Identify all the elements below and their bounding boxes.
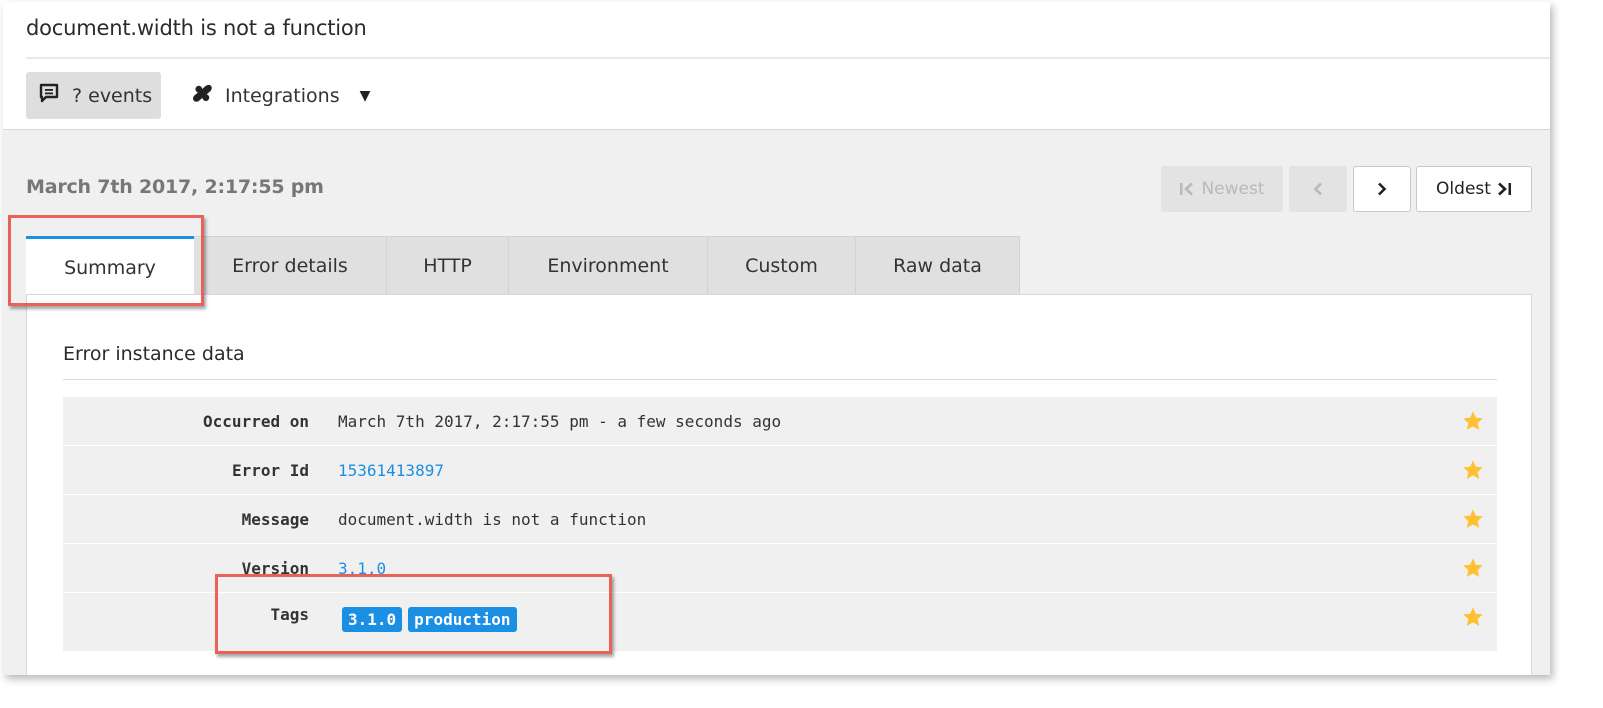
star-icon[interactable] [1462,508,1484,530]
tag-list: 3.1.0 production [342,607,523,632]
newest-label: Newest [1201,179,1265,199]
star-icon[interactable] [1462,606,1484,628]
tab-environment[interactable]: Environment [509,236,708,295]
app-window: document.width is not a function ? event… [3,2,1550,675]
row-label: Occurred on [203,411,309,431]
row-version: Version 3.1.0 [63,544,1497,592]
row-value: document.width is not a function [338,509,647,529]
tag-badge[interactable]: production [408,607,517,632]
title-divider [26,57,1550,59]
row-occurred-on: Occurred on March 7th 2017, 2:17:55 pm -… [63,397,1497,445]
row-value: March 7th 2017, 2:17:55 pm - a few secon… [338,411,782,431]
newest-button[interactable]: Newest [1161,166,1283,212]
error-id-link[interactable]: 15361413897 [338,461,444,480]
row-error-id: Error Id 15361413897 [63,446,1497,494]
instance-data-table: Occurred on March 7th 2017, 2:17:55 pm -… [63,397,1497,652]
section-title: Error instance data [63,343,245,365]
star-icon[interactable] [1462,459,1484,481]
row-label: Version [241,558,309,578]
row-label: Error Id [231,460,309,480]
row-label: Tags [270,605,309,624]
caret-down-icon: ▼ [359,87,371,104]
chevron-left-icon [1312,181,1324,197]
star-icon[interactable] [1462,557,1484,579]
next-button[interactable] [1353,166,1411,212]
row-message: Message document.width is not a function [63,495,1497,543]
row-tags: Tags 3.1.0 production [63,593,1497,651]
oldest-button[interactable]: Oldest [1416,166,1532,212]
version-link[interactable]: 3.1.0 [338,559,386,578]
puzzle-icon [189,80,215,111]
last-page-icon [1496,181,1512,197]
integrations-dropdown[interactable]: Integrations ▼ [189,72,370,119]
header: document.width is not a function ? event… [3,2,1550,130]
tab-raw-data[interactable]: Raw data [856,236,1020,295]
oldest-label: Oldest [1436,179,1491,199]
chevron-right-icon [1376,181,1388,197]
events-label: ? events [72,84,153,107]
row-label: Message [241,509,309,529]
comment-icon [38,82,60,109]
integrations-label: Integrations [225,84,340,107]
event-date: March 7th 2017, 2:17:55 pm [26,176,324,198]
tab-custom[interactable]: Custom [708,236,856,295]
events-button[interactable]: ? events [26,72,161,119]
summary-panel: Error instance data Occurred on March 7t… [26,294,1532,675]
page-title: document.width is not a function [26,16,367,40]
section-divider [63,379,1497,380]
first-page-icon [1179,181,1195,197]
tab-http[interactable]: HTTP [387,236,509,295]
tag-badge[interactable]: 3.1.0 [342,607,403,632]
star-icon[interactable] [1462,410,1484,432]
tab-summary[interactable]: Summary [26,236,194,297]
previous-button[interactable] [1289,166,1347,212]
tab-error-details[interactable]: Error details [194,236,387,295]
tab-bar: Summary Error details HTTP Environment C… [26,236,1020,297]
